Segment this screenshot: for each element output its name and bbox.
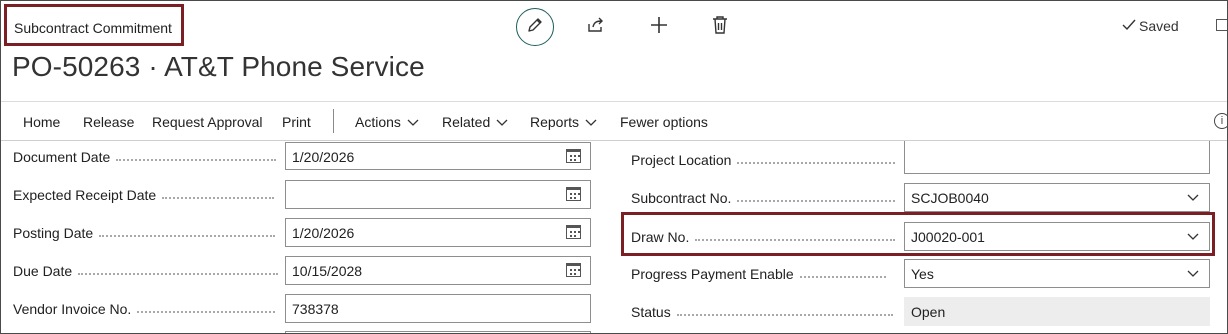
field-value: Yes	[911, 266, 934, 282]
action-actions-menu[interactable]: Actions	[355, 114, 419, 130]
field-value: Open	[911, 304, 946, 320]
action-reports-menu[interactable]: Reports	[530, 114, 597, 130]
subcontract-no-select[interactable]: SCJOB0040	[904, 183, 1210, 212]
field-label-text: Progress Payment Enable	[631, 266, 794, 282]
action-print-label: Print	[282, 114, 311, 130]
calendar-icon[interactable]	[566, 149, 581, 163]
field-label-text: Project Location	[631, 152, 732, 168]
edit-button[interactable]	[516, 8, 554, 46]
chevron-down-icon	[496, 114, 508, 130]
document-date-field[interactable]: 1/20/2026	[285, 142, 591, 170]
calendar-icon[interactable]	[566, 263, 581, 277]
action-release[interactable]: Release	[83, 114, 134, 130]
leader-dots	[799, 276, 886, 278]
leader-dots	[116, 159, 277, 161]
field-value: SCJOB0040	[911, 190, 989, 206]
leader-dots	[99, 235, 276, 237]
due-date-label: Due Date	[13, 263, 279, 279]
action-release-label: Release	[83, 114, 135, 130]
action-related-label: Related	[442, 114, 491, 130]
expected-receipt-date-label: Expected Receipt Date	[13, 187, 275, 203]
action-separator	[333, 109, 334, 133]
draw-no-highlight	[621, 212, 1215, 256]
vendor-invoice-no-label: Vendor Invoice No.	[13, 301, 276, 317]
leader-dots	[737, 200, 896, 202]
leader-dots	[162, 197, 275, 199]
action-related-menu[interactable]: Related	[442, 114, 508, 130]
status-field: Open	[904, 297, 1210, 326]
field-value: 738378	[292, 301, 339, 317]
action-print[interactable]: Print	[282, 114, 311, 130]
vendor-invoice-no-field[interactable]: 738378	[285, 294, 591, 323]
action-home-label: Home	[23, 114, 61, 130]
leader-dots	[676, 314, 893, 316]
action-reports-label: Reports	[530, 114, 580, 130]
checkmark-icon	[1122, 18, 1136, 34]
field-label-text: Expected Receipt Date	[13, 187, 157, 203]
delete-icon	[711, 15, 729, 40]
status-label: Status	[631, 304, 893, 320]
share-button[interactable]	[585, 16, 607, 38]
action-bar: Home Release Request Approval Print Acti…	[1, 102, 1227, 141]
progress-payment-enable-select[interactable]: Yes	[904, 259, 1210, 288]
calendar-icon[interactable]	[566, 225, 581, 239]
project-location-label: Project Location	[631, 152, 896, 168]
field-value: 1/20/2026	[292, 225, 355, 241]
posting-date-field[interactable]: 1/20/2026	[285, 218, 591, 247]
saved-status: Saved	[1122, 18, 1179, 34]
progress-payment-enable-label: Progress Payment Enable	[631, 266, 886, 282]
field-value: 1/20/2026	[292, 149, 355, 165]
field-label-text: Vendor Invoice No.	[13, 301, 132, 317]
subcontract-no-label: Subcontract No.	[631, 190, 896, 206]
action-fewer-options-label: Fewer options	[620, 114, 708, 130]
due-date-field[interactable]: 10/15/2028	[285, 256, 591, 285]
project-location-field[interactable]	[904, 141, 1210, 174]
field-value: 10/15/2028	[292, 263, 363, 279]
chevron-down-icon	[585, 114, 597, 130]
field-label-text: Document Date	[13, 149, 111, 165]
action-request-approval[interactable]: Request Approval	[152, 114, 263, 130]
delete-button[interactable]	[709, 15, 731, 40]
page-frame: Subcontract Commitment Saved PO-50263 · …	[0, 0, 1228, 334]
document-date-label: Document Date	[13, 149, 277, 165]
page-title: PO-50263 · AT&T Phone Service	[12, 51, 425, 82]
action-home[interactable]: Home	[23, 114, 60, 130]
page-caption: Subcontract Commitment	[4, 4, 184, 46]
share-icon	[586, 15, 606, 40]
posting-date-label: Posting Date	[13, 225, 276, 241]
leader-dots	[78, 273, 279, 275]
info-icon[interactable]: i	[1214, 113, 1227, 129]
chevron-down-icon	[407, 114, 419, 130]
field-label-text: Due Date	[13, 263, 73, 279]
new-button[interactable]	[648, 16, 670, 38]
edit-icon	[526, 16, 544, 39]
leader-dots	[137, 311, 276, 313]
action-request-approval-label: Request Approval	[152, 114, 263, 130]
action-fewer-options[interactable]: Fewer options	[620, 114, 708, 130]
calendar-icon[interactable]	[566, 187, 581, 201]
action-actions-label: Actions	[355, 114, 401, 130]
field-label-text: Posting Date	[13, 225, 94, 241]
field-label-text: Subcontract No.	[631, 190, 732, 206]
expand-icon[interactable]	[1216, 19, 1227, 31]
chevron-down-icon	[1186, 191, 1200, 205]
saved-label: Saved	[1139, 18, 1179, 34]
leader-dots	[737, 162, 896, 164]
chevron-down-icon	[1186, 267, 1200, 281]
expected-receipt-date-field[interactable]	[285, 180, 591, 209]
field-label-text: Status	[631, 304, 671, 320]
new-icon	[649, 15, 669, 40]
